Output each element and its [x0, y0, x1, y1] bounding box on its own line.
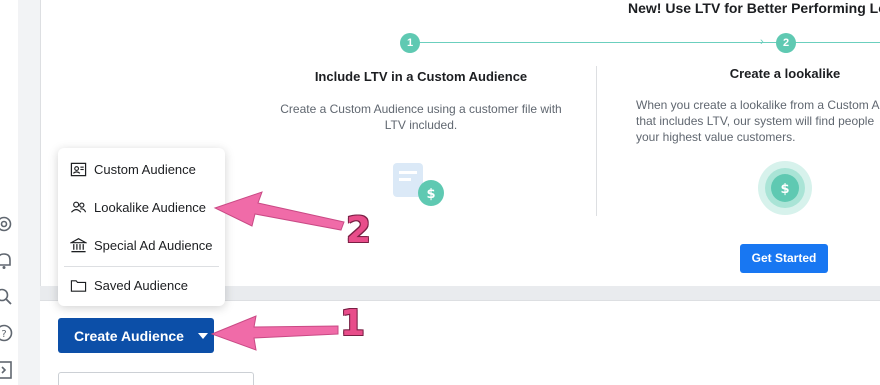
annotation-number-2: 2	[346, 210, 372, 251]
menu-item-label: Special Ad Audience	[94, 237, 213, 253]
promo-title: New! Use LTV for Better Performing Lo	[628, 0, 880, 16]
dollar-glyph: $	[426, 187, 435, 202]
create-audience-menu: Custom Audience Lookalike Audience Speci…	[58, 148, 225, 306]
folder-icon	[69, 276, 87, 294]
create-audience-button[interactable]: Create Audience	[58, 318, 214, 353]
menu-item-lookalike-audience[interactable]: Lookalike Audience	[58, 189, 225, 225]
menu-item-saved-audience[interactable]: Saved Audience	[58, 267, 225, 303]
document-dollar-icon: $	[393, 163, 444, 206]
step-timeline	[411, 42, 880, 43]
left-nav: ?	[0, 0, 18, 385]
audience-table-edge	[58, 372, 254, 385]
lookalike-dollar-icon: $	[758, 161, 812, 215]
svg-text:?: ?	[1, 329, 6, 340]
step-2-description: When you create a lookalike from a Custo…	[636, 98, 879, 144]
timeline-arrow-icon: ›	[760, 36, 764, 48]
menu-item-special-ad-audience[interactable]: Special Ad Audience	[58, 227, 225, 263]
get-started-button[interactable]: Get Started	[740, 244, 828, 273]
step-1-title: Include LTV in a Custom Audience	[314, 69, 528, 84]
step-1-number: 1	[400, 33, 420, 53]
dollar-glyph: $	[780, 182, 789, 197]
step-1-description: Create a Custom Audience using a custome…	[280, 102, 562, 132]
caret-down-icon	[197, 332, 208, 339]
people-icon	[69, 198, 87, 216]
menu-item-label: Lookalike Audience	[94, 199, 207, 215]
annotation-number-1: 1	[340, 303, 366, 344]
bank-building-icon	[69, 236, 87, 254]
menu-item-label: Saved Audience	[94, 277, 188, 293]
menu-item-custom-audience[interactable]: Custom Audience	[58, 151, 225, 187]
gear-icon[interactable]	[0, 214, 14, 234]
menu-item-label: Custom Audience	[94, 161, 196, 177]
step-2-title: Create a lookalike	[729, 66, 841, 81]
create-audience-label: Create Audience	[74, 327, 184, 344]
bell-icon[interactable]	[0, 251, 14, 271]
step-divider	[596, 66, 597, 216]
step-2-number: 2	[776, 33, 796, 53]
help-icon[interactable]: ?	[0, 323, 14, 343]
content-gutter	[18, 0, 40, 385]
search-icon[interactable]	[0, 287, 14, 307]
sidebar-toggle-icon[interactable]	[0, 360, 14, 380]
audience-card-icon	[69, 160, 87, 178]
